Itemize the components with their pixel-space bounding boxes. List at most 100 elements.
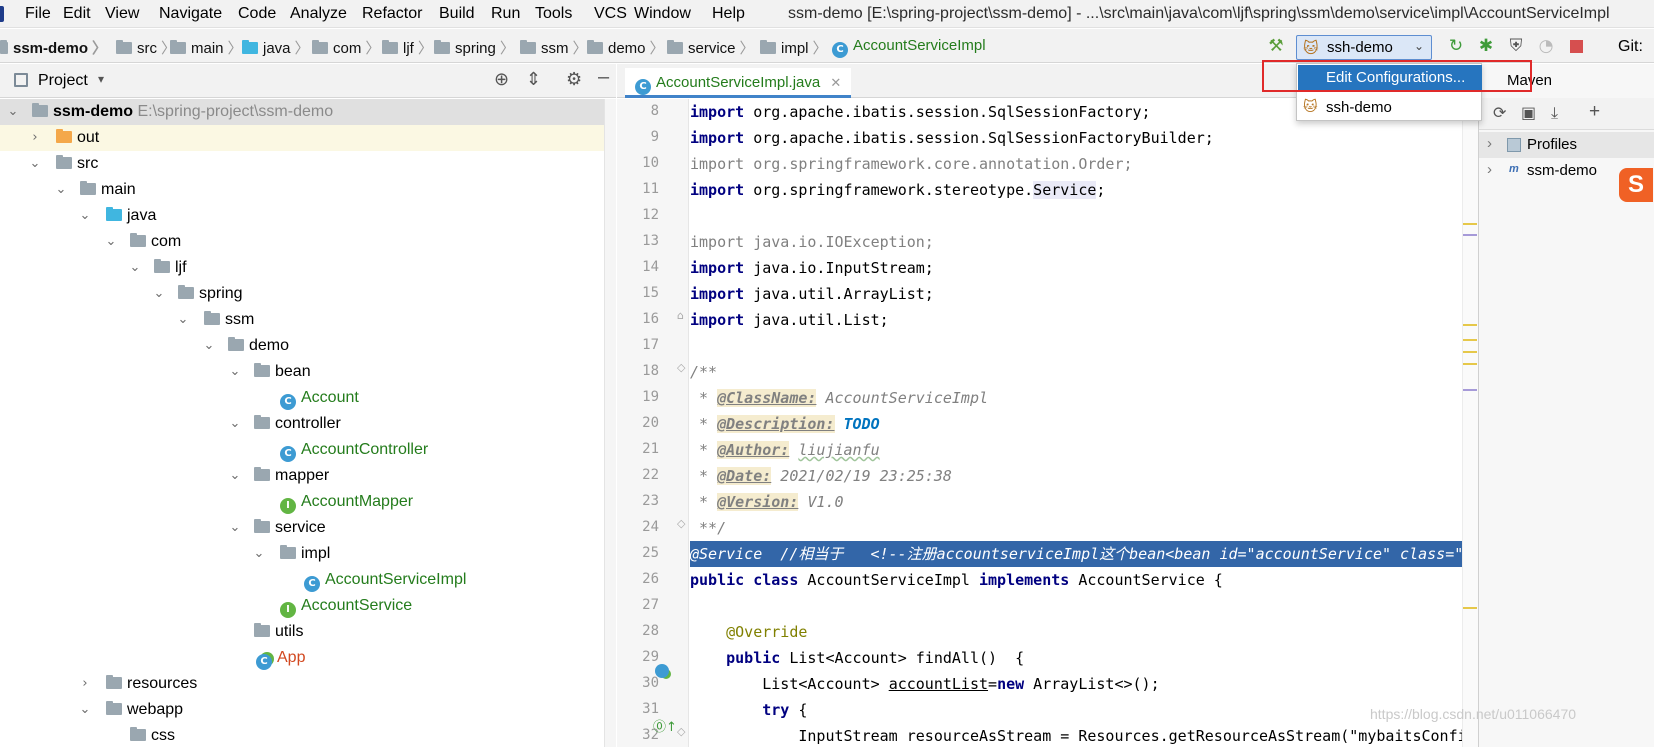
gear-icon[interactable]: ⚙ — [566, 69, 582, 90]
tree-row[interactable]: ⌄ src — [0, 151, 612, 177]
expand-arrow-icon[interactable]: ⌄ — [28, 151, 42, 177]
menu-vcs[interactable]: VCS — [594, 5, 627, 23]
breadcrumb-ljf[interactable]: ljf 〉 — [382, 37, 433, 58]
expand-arrow-icon[interactable]: ⌄ — [128, 255, 142, 281]
generate-sources-icon[interactable]: ▣ — [1521, 103, 1536, 122]
menu-view[interactable]: View — [105, 5, 139, 23]
tree-row[interactable]: ⌄ spring — [0, 281, 612, 307]
tree-row[interactable]: ⌄ bean — [0, 359, 612, 385]
tree-row[interactable]: ⌄ com — [0, 229, 612, 255]
breadcrumb-class[interactable]: C AccountServiceImpl — [832, 37, 986, 58]
rerun-icon[interactable]: ↻ — [1446, 36, 1466, 56]
git-label[interactable]: Git: — [1618, 38, 1643, 56]
breadcrumb-com[interactable]: com 〉 — [312, 37, 380, 58]
tree-row[interactable]: css — [0, 723, 612, 747]
breadcrumb-main[interactable]: main 〉 — [170, 37, 243, 58]
expand-arrow-icon[interactable]: ⌄ — [78, 203, 92, 229]
code-editor[interactable]: import org.apache.ibatis.session.SqlSess… — [690, 99, 1478, 747]
error-stripe[interactable] — [1462, 99, 1478, 747]
collapsed-arrow-icon[interactable]: › — [78, 671, 92, 697]
breadcrumb-src[interactable]: src 〉 — [116, 37, 176, 58]
tree-row[interactable]: ⌄ ssm-demo E:\spring-project\ssm-demo — [0, 99, 612, 125]
tree-row[interactable]: ⌄ webapp — [0, 697, 612, 723]
run-config-item[interactable]: 🐱 ssh-demo — [1298, 96, 1482, 120]
chevron-down-icon[interactable]: ▾ — [98, 72, 104, 86]
expand-arrow-icon[interactable]: ⌄ — [6, 99, 20, 125]
tree-row[interactable]: ⌄ service — [0, 515, 612, 541]
menu-analyze[interactable]: Analyze — [290, 5, 347, 23]
breadcrumb-demo[interactable]: demo 〉 — [587, 37, 665, 58]
tree-row[interactable]: ⌄ impl — [0, 541, 612, 567]
expand-arrow-icon[interactable]: ⌄ — [78, 697, 92, 723]
breadcrumb-spring[interactable]: spring 〉 — [434, 37, 515, 58]
warning-marker[interactable] — [1463, 324, 1477, 326]
breadcrumb-java[interactable]: java 〉 — [242, 37, 310, 58]
expand-arrow-icon[interactable]: ⌄ — [104, 229, 118, 255]
project-panel-title[interactable]: Project — [38, 72, 88, 90]
collapsed-arrow-icon[interactable]: › — [1487, 161, 1492, 178]
tree-row[interactable]: C App — [0, 645, 612, 671]
expand-arrow-icon[interactable]: ⌄ — [202, 333, 216, 359]
menu-help[interactable]: Help — [712, 5, 745, 23]
reload-icon[interactable]: ⟳ — [1493, 103, 1506, 122]
locate-icon[interactable]: ⊕ — [494, 69, 509, 90]
expand-arrow-icon[interactable]: ⌄ — [54, 177, 68, 203]
project-scrollbar[interactable] — [604, 99, 616, 747]
warning-marker[interactable] — [1463, 607, 1477, 609]
menu-code[interactable]: Code — [238, 5, 276, 23]
breadcrumb-project[interactable]: ssm-demo 〉 — [0, 37, 107, 58]
tree-row[interactable]: ⌄ main — [0, 177, 612, 203]
menu-tools[interactable]: Tools — [535, 5, 572, 23]
tree-row[interactable]: ⌄ mapper — [0, 463, 612, 489]
info-marker[interactable] — [1463, 234, 1477, 236]
tree-row[interactable]: C AccountServiceImpl — [0, 567, 612, 593]
tree-row[interactable]: I AccountService — [0, 593, 612, 619]
warning-marker[interactable] — [1463, 363, 1477, 365]
expand-arrow-icon[interactable]: ⌄ — [152, 281, 166, 307]
menu-window[interactable]: Window — [634, 5, 691, 23]
tree-row[interactable]: › out — [0, 125, 612, 151]
menu-navigate[interactable]: Navigate — [159, 5, 222, 23]
menu-edit[interactable]: Edit — [63, 5, 91, 23]
tree-row[interactable]: ⌄ controller — [0, 411, 612, 437]
expand-arrow-icon[interactable]: ⌄ — [252, 541, 266, 567]
tree-row[interactable]: I AccountMapper — [0, 489, 612, 515]
expand-arrow-icon[interactable]: ⌄ — [228, 411, 242, 437]
breadcrumb-ssm[interactable]: ssm 〉 — [520, 37, 588, 58]
debug-bug-icon[interactable]: ✱ — [1476, 36, 1496, 56]
maven-profiles-row[interactable]: › Profiles — [1479, 132, 1654, 158]
tree-row[interactable]: ⌄ java — [0, 203, 612, 229]
collapsed-arrow-icon[interactable]: › — [28, 125, 42, 151]
profiler-icon[interactable]: ◔ — [1536, 36, 1556, 56]
build-hammer-icon[interactable]: ⚒ — [1266, 36, 1286, 56]
menu-file[interactable]: File — [25, 5, 51, 23]
tree-row[interactable]: ⌄ ljf — [0, 255, 612, 281]
collapsed-arrow-icon[interactable]: › — [1487, 135, 1492, 152]
coverage-shield-icon[interactable]: ⛨ — [1506, 36, 1526, 56]
breadcrumb-impl[interactable]: impl 〉 — [760, 37, 828, 58]
tree-row[interactable]: C Account — [0, 385, 612, 411]
run-config-selector[interactable]: 🐱 ssh-demo ⌄ — [1296, 35, 1432, 60]
expand-arrow-icon[interactable]: ⌄ — [228, 463, 242, 489]
warning-marker[interactable] — [1463, 351, 1477, 353]
stop-icon[interactable] — [1566, 36, 1586, 56]
download-icon[interactable]: ⤓ — [1551, 103, 1558, 123]
collapse-all-icon[interactable]: ⇕ — [526, 69, 541, 90]
tree-row[interactable]: ⌄ ssm — [0, 307, 612, 333]
tree-row[interactable]: ⌄ demo — [0, 333, 612, 359]
breadcrumb-service[interactable]: service 〉 — [667, 37, 755, 58]
add-icon[interactable]: + — [1589, 101, 1600, 123]
warning-marker[interactable] — [1463, 223, 1477, 225]
expand-arrow-icon[interactable]: ⌄ — [228, 515, 242, 541]
expand-arrow-icon[interactable]: ⌄ — [176, 307, 190, 333]
hide-panel-icon[interactable]: – — [598, 66, 609, 89]
menu-refactor[interactable]: Refactor — [362, 5, 422, 23]
tab-accountserviceimpl[interactable]: C AccountServiceImpl.java ✕ — [625, 68, 852, 98]
warning-marker[interactable] — [1463, 339, 1477, 341]
close-icon[interactable]: ✕ — [830, 76, 841, 91]
info-marker[interactable] — [1463, 389, 1477, 391]
menu-run[interactable]: Run — [491, 5, 520, 23]
menu-build[interactable]: Build — [439, 5, 475, 23]
tree-row[interactable]: › resources — [0, 671, 612, 697]
expand-arrow-icon[interactable]: ⌄ — [228, 359, 242, 385]
